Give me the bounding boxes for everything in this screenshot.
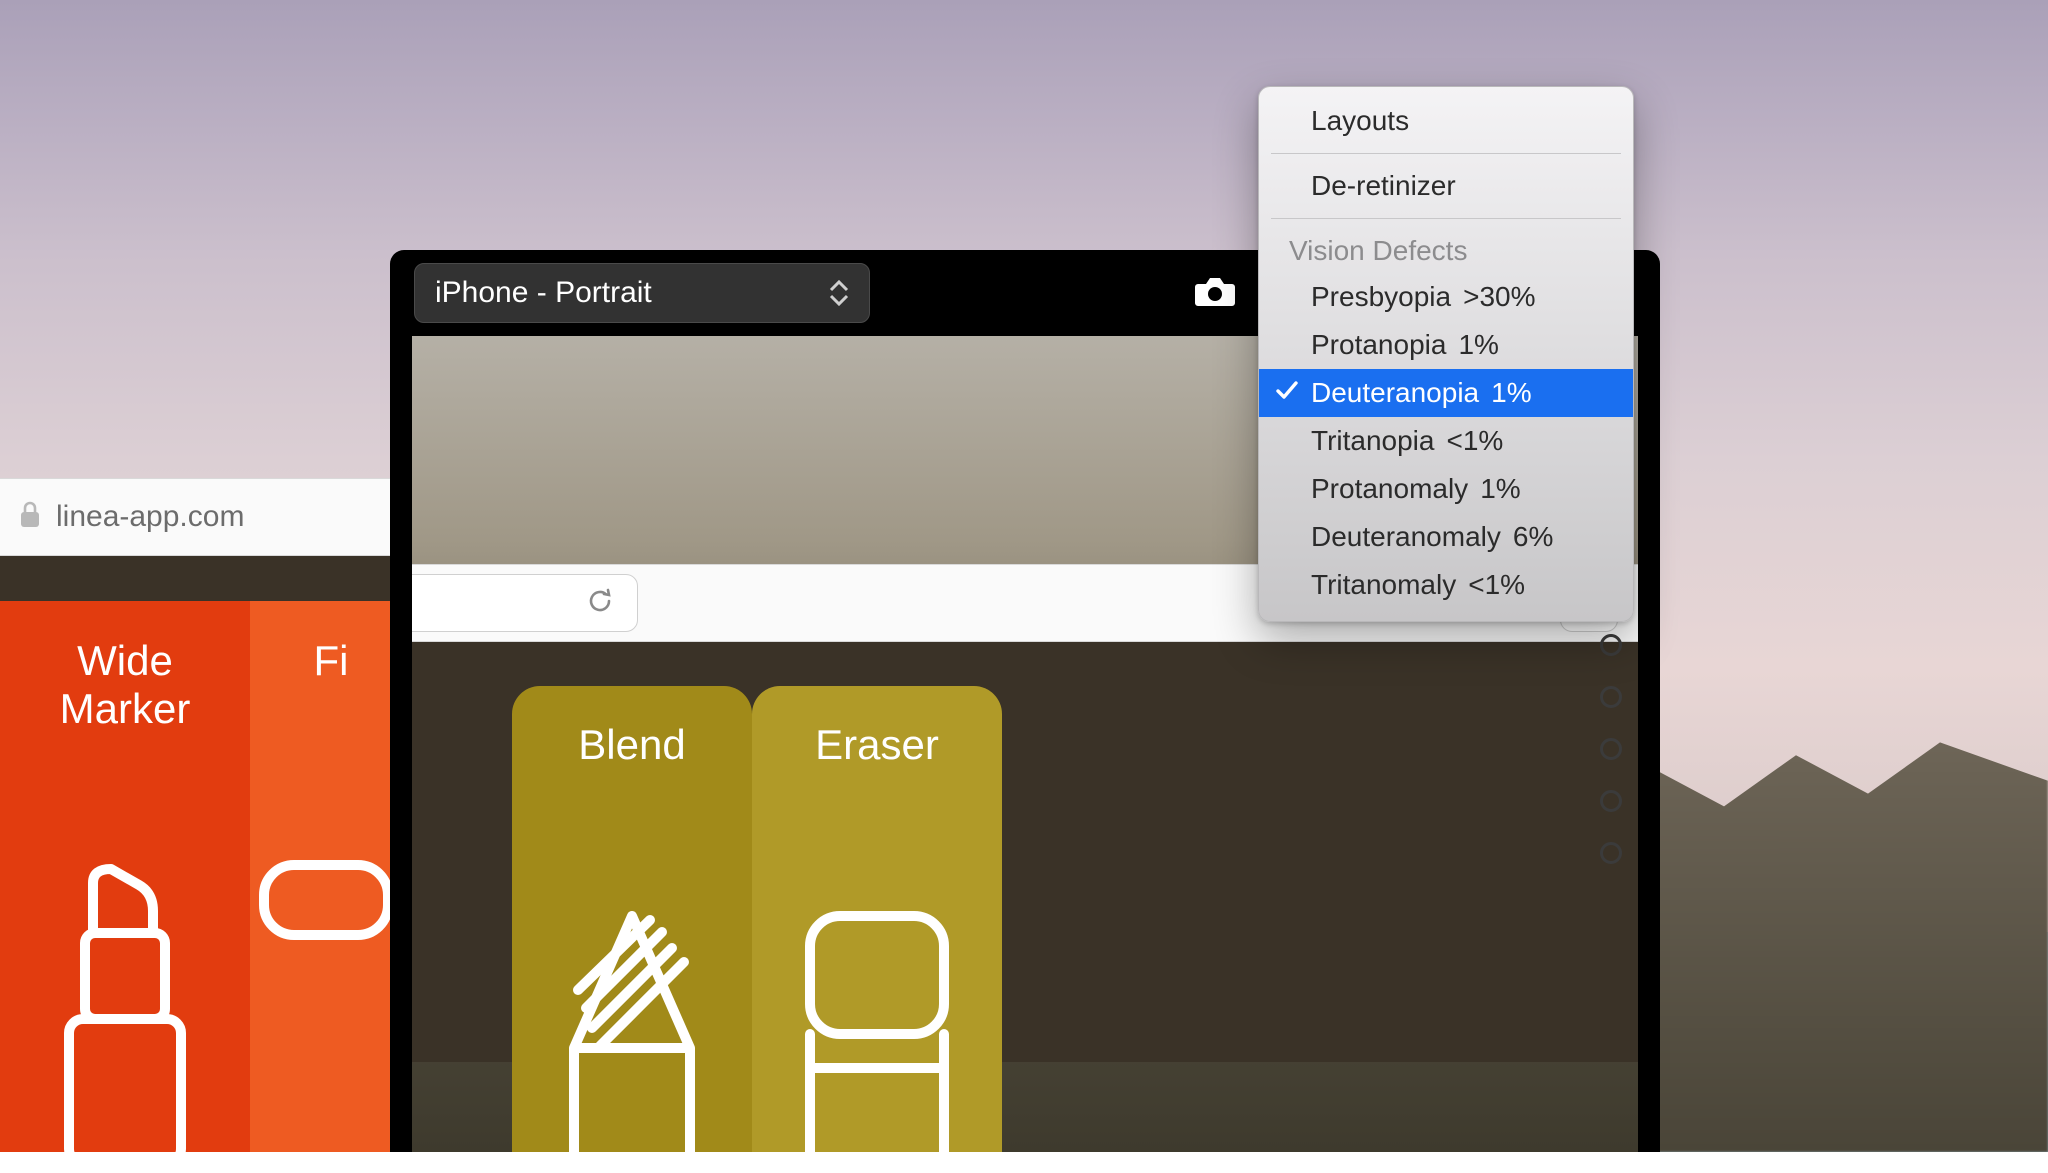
roller-icon [250, 857, 412, 1127]
menu-item-de-retinizer[interactable]: De-retinizer [1259, 162, 1633, 210]
menu-separator [1271, 153, 1621, 154]
device-selector-label: iPhone - Portrait [435, 276, 652, 310]
screenshot-button[interactable] [1182, 274, 1248, 313]
slide-dot[interactable] [1600, 738, 1622, 760]
reload-icon [585, 586, 615, 621]
menu-item-layouts[interactable]: Layouts [1259, 97, 1633, 145]
url-field[interactable] [412, 574, 638, 632]
menu-item-deuteranopia[interactable]: Deuteranopia1% [1259, 369, 1633, 417]
stepper-icon [829, 280, 849, 306]
tool-card-eraser[interactable]: Eraser [752, 686, 1002, 1152]
slide-dot[interactable] [1600, 686, 1622, 708]
safari-toolbar-left: linea-app.com [0, 478, 390, 556]
tool-card-fi-left[interactable]: Fi [250, 601, 412, 1152]
reload-button[interactable] [585, 586, 615, 621]
lipstick-icon [0, 863, 250, 1173]
vision-menu: Layouts De-retinizer Vision Defects Pres… [1258, 86, 1634, 622]
pencil-icon [512, 908, 752, 1152]
menu-section-header: Vision Defects [1259, 227, 1633, 273]
lock-icon [18, 500, 42, 535]
slide-dot[interactable] [1600, 842, 1622, 864]
tool-card-wide-marker-left[interactable]: Wide Marker [0, 601, 250, 1152]
slide-dot[interactable] [1600, 634, 1622, 656]
checkmark-icon [1275, 377, 1299, 409]
camera-icon [1194, 274, 1236, 313]
menu-item-tritanomaly[interactable]: Tritanomaly<1% [1259, 561, 1633, 609]
slide-indicator [1600, 582, 1622, 864]
url-text[interactable]: linea-app.com [56, 500, 244, 534]
menu-item-protanomaly[interactable]: Protanomaly1% [1259, 465, 1633, 513]
tool-card-blend[interactable]: Blend [512, 686, 752, 1152]
device-selector[interactable]: iPhone - Portrait [414, 263, 870, 323]
slide-dot[interactable] [1600, 790, 1622, 812]
menu-item-deuteranomaly[interactable]: Deuteranomaly6% [1259, 513, 1633, 561]
menu-item-protanopia[interactable]: Protanopia1% [1259, 321, 1633, 369]
menu-item-tritanopia[interactable]: Tritanopia<1% [1259, 417, 1633, 465]
menu-separator [1271, 218, 1621, 219]
eraser-icon [752, 908, 1002, 1152]
menu-item-presbyopia[interactable]: Presbyopia>30% [1259, 273, 1633, 321]
